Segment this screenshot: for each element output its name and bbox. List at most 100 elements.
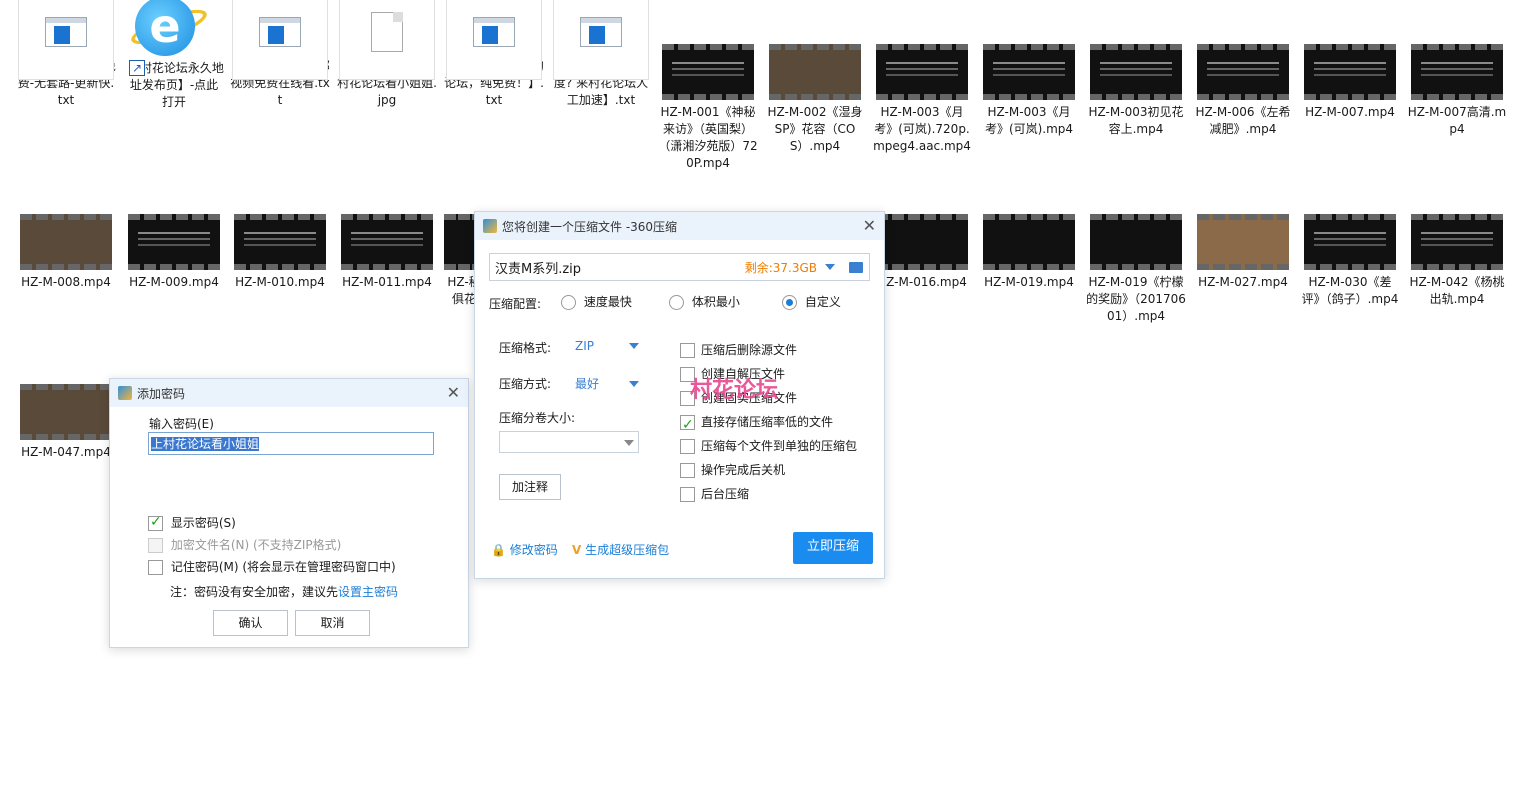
radio-button[interactable] (782, 295, 797, 310)
file-name: HZ-M-019《柠檬的奖励》（20170601）.mp4 (1086, 275, 1186, 323)
chevron-down-icon (629, 343, 639, 349)
option-checkbox[interactable] (680, 413, 695, 437)
file-item[interactable]: 【 来了就能下载的论坛，纯免费！】.txt (444, 0, 544, 109)
file-name: HZ-M-001《神秘来访》（英国梨）（潇湘汐苑版）720P.mp4 (658, 105, 758, 170)
option-label: 速度最快 (583, 295, 632, 309)
txt-file-icon (232, 0, 328, 80)
file-item[interactable]: HZ-M-019《柠檬的奖励》（20170601）.mp4 (1086, 214, 1186, 325)
chevron-down-icon[interactable] (825, 264, 835, 270)
file-item[interactable]: HZ-M-008.mp4 (16, 214, 116, 291)
option-row[interactable]: 压缩后删除源文件 (680, 338, 857, 362)
app-icon (483, 219, 497, 233)
file-item[interactable]: 【 村花视频】万部视频免费在线看.txt (230, 0, 330, 109)
radio-button[interactable] (669, 295, 684, 310)
option-checkbox[interactable] (680, 343, 695, 358)
format-select[interactable]: ZIP (575, 339, 639, 353)
split-size-label: 压缩分卷大小: (499, 411, 576, 425)
option-checkbox[interactable] (680, 487, 695, 502)
v-badge-icon: V (572, 543, 582, 557)
folder-icon[interactable] (849, 261, 863, 273)
compress-dialog: 您将创建一个压缩文件 -360压缩 ✕ 汉责M系列.zip 剩余:37.3GB … (474, 211, 885, 579)
file-item[interactable]: HZ-M-047.mp4 (16, 384, 116, 461)
video-thumbnail (1090, 214, 1182, 270)
config-option-custom[interactable]: 自定义 (782, 293, 841, 310)
super-compress-link[interactable]: V 生成超级压缩包 (572, 541, 669, 558)
file-item[interactable]: 【 解压密码】: 上村花论坛看小姐姐.jpg (337, 0, 437, 109)
option-checkbox[interactable] (680, 439, 695, 454)
file-name: HZ-M-030《差评》（鸽子）.mp4 (1301, 275, 1399, 306)
show-password-checkbox[interactable] (148, 514, 163, 531)
remember-password-checkbox[interactable] (148, 560, 163, 575)
option-label: 后台压缩 (701, 487, 750, 501)
close-icon[interactable]: ✕ (447, 383, 460, 402)
option-row[interactable]: 压缩每个文件到单独的压缩包 (680, 434, 857, 458)
method-value: 最好 (575, 377, 600, 391)
dialog-titlebar: 添加密码 ✕ (110, 379, 468, 407)
video-thumbnail (1090, 44, 1182, 100)
password-input[interactable]: 上村花论坛看小姐姐 (148, 432, 434, 455)
options-list: 压缩后删除源文件 创建自解压文件 创建固实压缩文件 直接存储压缩率低的文件 压缩… (680, 338, 857, 506)
file-name: HZ-M-047.mp4 (21, 445, 111, 459)
super-compress-label: 生成超级压缩包 (585, 543, 670, 557)
file-item[interactable]: HZ-M-002《湿身SP》花容（COS）.mp4 (765, 44, 865, 155)
remember-password-row[interactable]: 记住密码(M) (将会显示在管理密码窗口中) (148, 558, 396, 575)
modify-password-link[interactable]: 🔒 修改密码 (491, 541, 558, 558)
security-note: 注：密码没有安全加密，建议先设置主密码 (170, 583, 398, 600)
file-item[interactable]: HZ-M-001《神秘来访》（英国梨）（潇湘汐苑版）720P.mp4 (658, 44, 758, 172)
ok-button[interactable]: 确认 (213, 610, 288, 636)
dialog-title: 您将创建一个压缩文件 -360压缩 (502, 219, 678, 234)
file-item[interactable]: HZ-M-007.mp4 (1300, 44, 1400, 121)
file-name: HZ-M-003《月考》(可岚).720p.mpeg4.aac.mp4 (873, 105, 971, 153)
archive-filename: 汉责M系列.zip (495, 261, 582, 277)
file-item[interactable]: HZ-M-010.mp4 (230, 214, 330, 291)
file-item[interactable]: HZ-M-003初见花容上.mp4 (1086, 44, 1186, 138)
file-name: HZ-M-016.mp4 (877, 275, 967, 289)
archive-path-field[interactable]: 汉责M系列.zip 剩余:37.3GB (489, 253, 870, 281)
video-thumbnail (1197, 44, 1289, 100)
file-item[interactable]: HZ-M-009.mp4 (124, 214, 224, 291)
option-label: 压缩每个文件到单独的压缩包 (701, 439, 858, 453)
file-item[interactable]: HZ-M-016.mp4 (872, 214, 972, 291)
txt-file-icon (18, 0, 114, 80)
option-row[interactable]: 直接存储压缩率低的文件 (680, 410, 857, 437)
file-item[interactable]: 【 村花论坛】全免费-无套路-更新快.txt (16, 0, 116, 109)
file-item[interactable]: HZ-M-030《差评》（鸽子）.mp4 (1300, 214, 1400, 308)
jpg-file-icon (339, 0, 435, 80)
method-label: 压缩方式: (499, 377, 552, 391)
video-thumbnail (876, 214, 968, 270)
close-icon[interactable]: ✕ (863, 216, 876, 235)
file-item[interactable]: HZ-M-007高清.mp4 (1407, 44, 1507, 138)
config-option-smallest[interactable]: 体积最小 (669, 293, 740, 310)
option-row[interactable]: 操作完成后关机 (680, 458, 857, 482)
add-comment-button[interactable]: 加注释 (499, 474, 561, 500)
method-select[interactable]: 最好 (575, 375, 639, 392)
option-row[interactable]: 后台压缩 (680, 482, 857, 506)
video-thumbnail (128, 214, 220, 270)
video-thumbnail (1411, 44, 1503, 100)
file-item[interactable]: e ↗ 【 村花论坛永久地址发布页】-点此打开 (124, 0, 224, 111)
split-size-select[interactable] (499, 431, 639, 453)
encrypt-filenames-row: 加密文件名(N) (不支持ZIP格式) (148, 536, 341, 553)
file-item[interactable]: HZ-M-019.mp4 (979, 214, 1079, 291)
format-value: ZIP (575, 339, 594, 353)
file-item[interactable]: HZ-M-006《左希减肥》.mp4 (1193, 44, 1293, 138)
set-master-password-link[interactable]: 设置主密码 (338, 585, 398, 599)
file-item[interactable]: HZ-M-027.mp4 (1193, 214, 1293, 291)
start-compress-button[interactable]: 立即压缩 (793, 532, 873, 564)
radio-button[interactable] (561, 295, 576, 310)
file-item[interactable]: HZ-M-042《杨桃出轨.mp4 (1407, 214, 1507, 308)
config-label: 压缩配置: (489, 297, 542, 311)
config-option-fast[interactable]: 速度最快 (561, 293, 632, 310)
txt-file-icon (446, 0, 542, 80)
file-item[interactable]: HZ-M-003《月考》(可岚).720p.mpeg4.aac.mp4 (872, 44, 972, 155)
chevron-down-icon (629, 380, 639, 387)
encrypt-filenames-label: 加密文件名(N) (不支持ZIP格式) (170, 538, 342, 552)
file-item[interactable]: HZ-M-011.mp4 (337, 214, 437, 291)
file-name: HZ-M-027.mp4 (1198, 275, 1288, 289)
show-password-row[interactable]: 显示密码(S) (148, 514, 236, 531)
file-item[interactable]: 【 有种子却没速度? 来村花论坛人工加速】.txt (551, 0, 651, 109)
file-item[interactable]: HZ-M-003《月考》(可岚).mp4 (979, 44, 1079, 138)
option-checkbox[interactable] (680, 463, 695, 478)
option-label: 自定义 (804, 295, 841, 309)
cancel-button[interactable]: 取消 (295, 610, 370, 636)
